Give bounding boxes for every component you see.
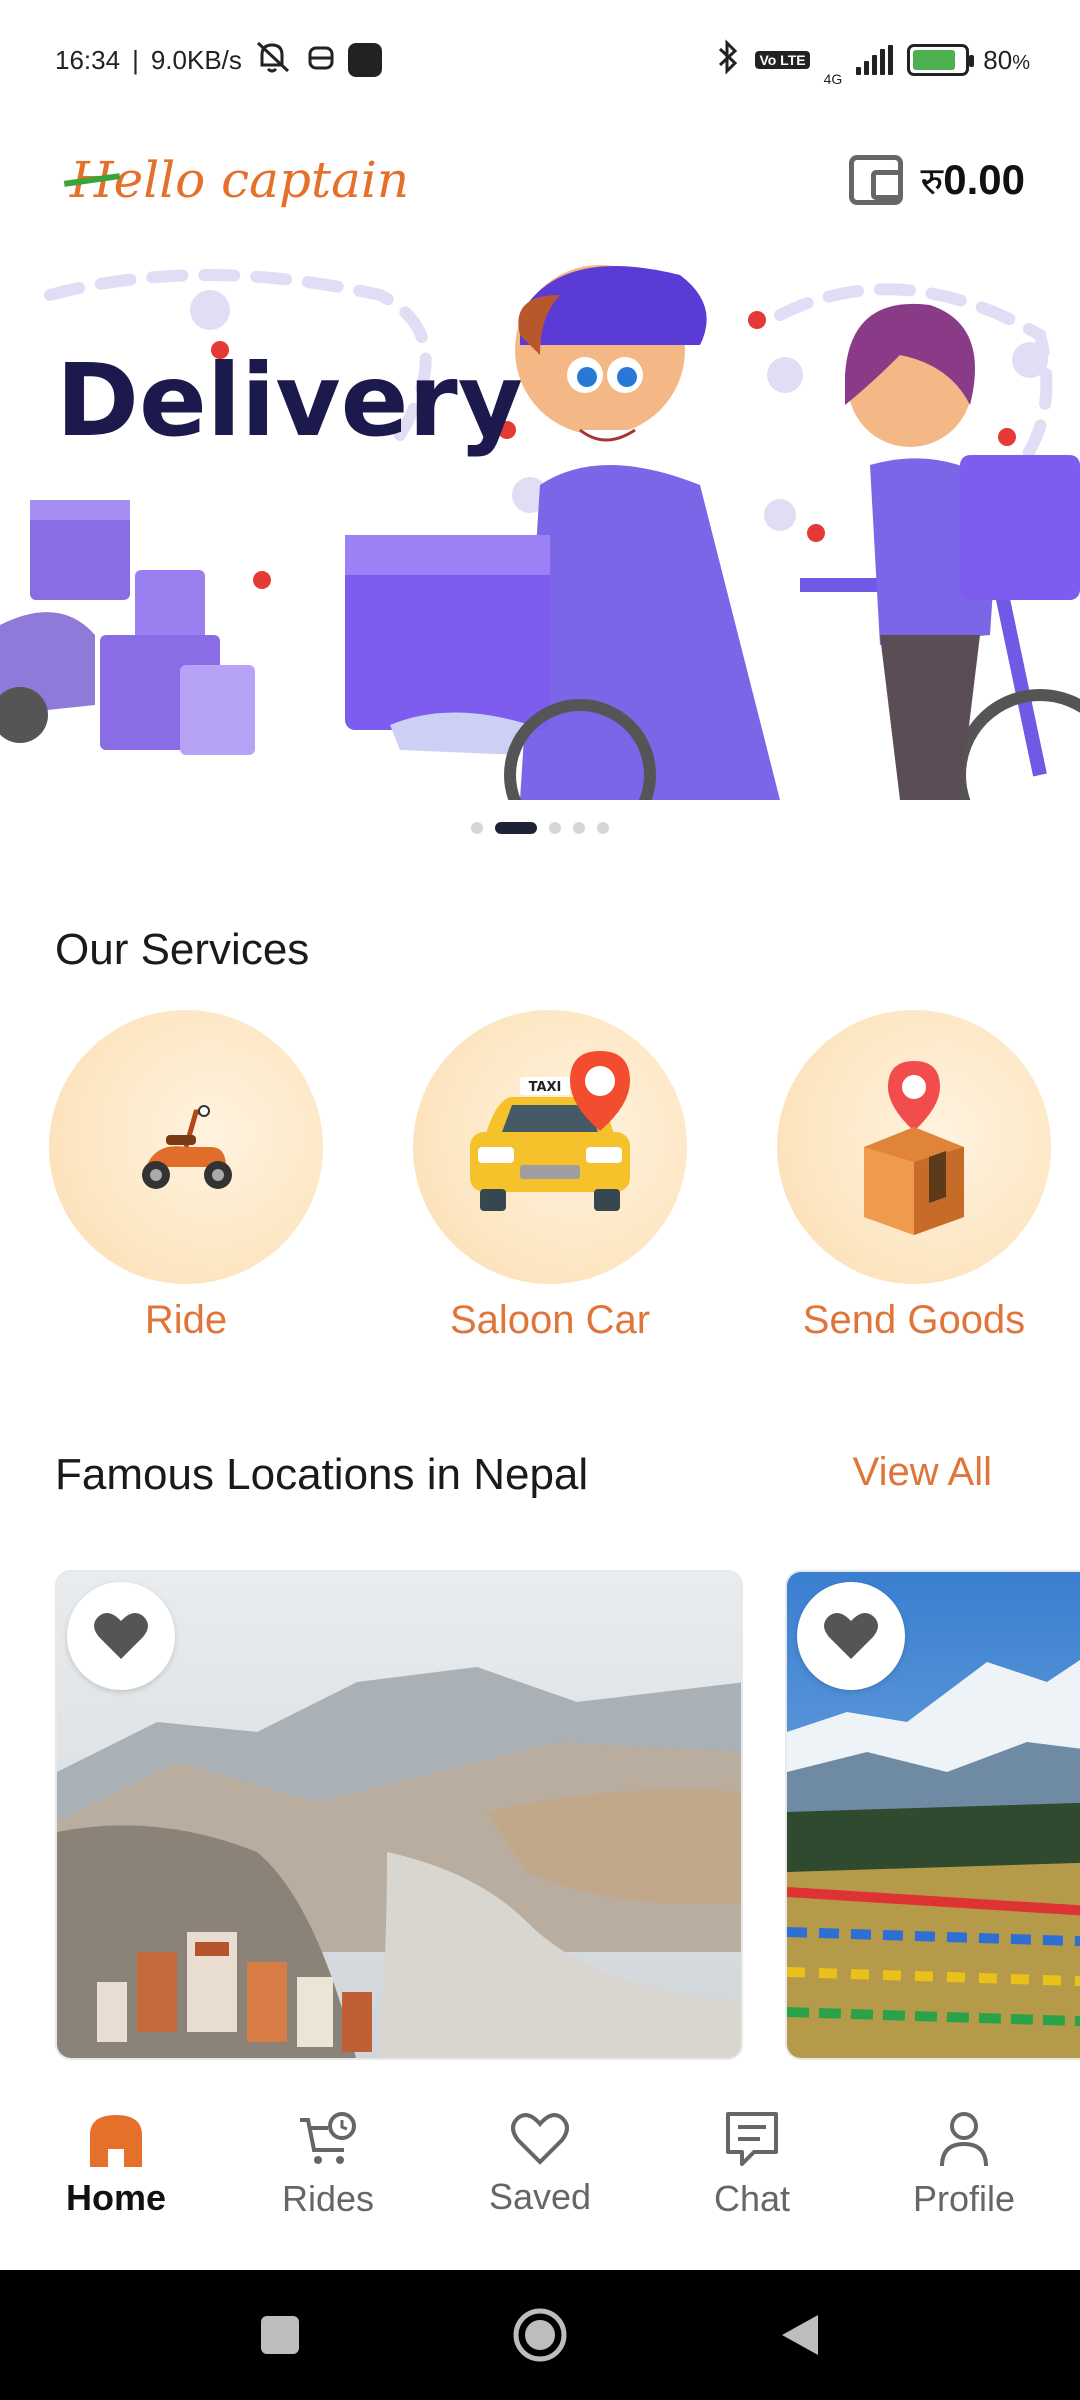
pagination-dot-active[interactable] (495, 822, 537, 834)
signal-icon (856, 45, 894, 75)
app-header: Hello captain रु0.00 (0, 130, 1080, 230)
pagination-dot[interactable] (549, 822, 561, 834)
wallet-balance: रु0.00 (920, 156, 1025, 203)
app-logo: Hello captain (70, 151, 410, 209)
service-icon-circle (49, 1010, 323, 1284)
wallet-icon (848, 155, 903, 205)
location-card[interactable] (785, 1570, 1080, 2060)
service-label: Ride (144, 1298, 228, 1342)
nav-rides[interactable]: Rides (228, 2110, 428, 2220)
taxi-icon: TAXI (470, 1051, 630, 1211)
chat-icon (726, 2112, 778, 2166)
robot-icon (306, 40, 336, 81)
mute-icon (254, 39, 294, 82)
delivery-illustration: Delivery (0, 265, 1080, 800)
locations-carousel[interactable] (55, 1570, 1080, 2060)
service-send-goods[interactable]: Send Goods (776, 1010, 1052, 1343)
pagination-dot[interactable] (471, 822, 483, 834)
location-card[interactable] (55, 1570, 743, 2060)
nav-saved[interactable]: Saved (440, 2112, 640, 2218)
pagination-dot[interactable] (597, 822, 609, 834)
volte-icon: Vo LTE (755, 51, 810, 69)
network-speed: 9.0KB/s (150, 44, 242, 75)
parcel-icon (864, 1061, 964, 1235)
cart-clock-icon (300, 2112, 356, 2164)
back-icon[interactable] (778, 2311, 822, 2359)
heart-icon (94, 1612, 148, 1659)
favorite-button[interactable] (67, 1582, 175, 1690)
recents-icon[interactable] (258, 2313, 302, 2357)
status-bar: 16:34 | 9.0KB/s Vo LTE 4G 80% (0, 0, 1080, 120)
battery-icon (907, 44, 975, 76)
nav-chat[interactable]: Chat (652, 2110, 852, 2220)
status-right: Vo LTE 4G 80% (715, 33, 1030, 87)
home-system-icon[interactable] (512, 2307, 568, 2363)
favorite-button[interactable] (797, 1582, 905, 1690)
heart-icon (824, 1612, 878, 1659)
network-type: 4G (823, 71, 843, 87)
service-label: Send Goods (802, 1298, 1026, 1342)
profile-icon (940, 2112, 988, 2167)
service-icon-circle (777, 1010, 1051, 1284)
view-all-link[interactable]: View All (853, 1450, 992, 1495)
svg-text:TAXI: TAXI (529, 1080, 562, 1095)
banner-pagination[interactable] (0, 822, 1080, 834)
nav-home[interactable]: Home (16, 2111, 216, 2219)
home-icon (90, 2115, 142, 2167)
pagination-dot[interactable] (573, 822, 585, 834)
nav-profile[interactable]: Profile (864, 2110, 1064, 2220)
status-time: 16:34 (55, 44, 121, 75)
locations-title: Famous Locations in Nepal (55, 1450, 589, 1499)
service-label: Saloon Car (449, 1298, 651, 1342)
wallet-button[interactable]: रु0.00 (848, 154, 1025, 206)
service-saloon-car[interactable]: TAXI Saloon Car (412, 1010, 688, 1343)
heart-icon (511, 2113, 569, 2165)
banner-headline: Delivery (56, 342, 523, 459)
services-title: Our Services (55, 925, 310, 974)
app-notification-icon (347, 43, 382, 77)
scooter-icon (142, 1105, 232, 1189)
bluetooth-icon (715, 38, 741, 82)
services-list: Ride TAXI Saloon Car Send Goods (0, 1010, 1080, 1343)
battery-percent: 80% (983, 44, 1030, 75)
service-ride[interactable]: Ride (48, 1010, 324, 1343)
system-nav-bar (0, 2270, 1080, 2400)
service-icon-circle: TAXI (413, 1010, 687, 1284)
bottom-nav: Home Rides Saved Chat Profile (0, 2060, 1080, 2270)
status-left: 16:34 | 9.0KB/s (55, 39, 382, 82)
promo-banner[interactable]: Delivery (0, 255, 1080, 800)
